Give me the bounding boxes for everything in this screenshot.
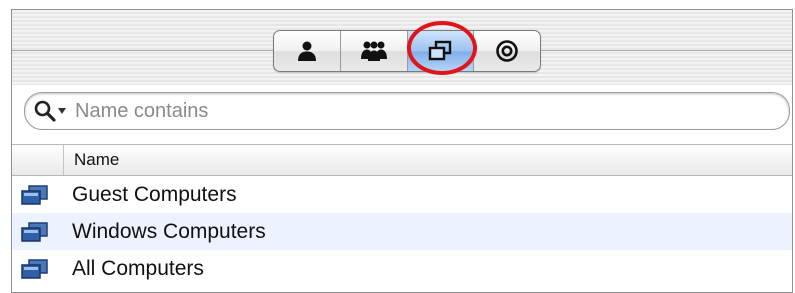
name-column-label: Name: [74, 150, 120, 169]
row-label: All Computers: [72, 256, 204, 280]
highlight-circle: [407, 21, 477, 75]
window-frame: Name Guest Computers Windows: [11, 9, 793, 293]
groups-tab[interactable]: [341, 31, 408, 71]
row-label: Windows Computers: [72, 219, 266, 243]
search-menu-button[interactable]: [33, 99, 75, 123]
single-user-icon: [297, 41, 316, 61]
computer-list-icon: [21, 184, 48, 205]
row-icon-cell: [12, 258, 63, 280]
icon-column-header[interactable]: [12, 145, 64, 175]
computer-list-icon: [21, 258, 48, 279]
row-icon-cell: [12, 184, 63, 206]
search-field[interactable]: [24, 92, 790, 130]
name-column-header[interactable]: Name: [64, 145, 119, 175]
target-tab[interactable]: [474, 31, 540, 71]
table-header: Name: [12, 144, 792, 176]
search-icon: [34, 100, 56, 122]
row-icon-cell: [12, 221, 63, 243]
row-label: Guest Computers: [72, 182, 237, 206]
chevron-down-icon: [58, 108, 66, 114]
target-icon: [496, 40, 518, 62]
table-row[interactable]: All Computers: [12, 250, 792, 287]
table-row[interactable]: Windows Computers: [12, 213, 792, 250]
table-row[interactable]: Guest Computers: [12, 176, 792, 213]
users-tab[interactable]: [274, 31, 341, 71]
computer-lists-table: Name Guest Computers Windows Computers A…: [12, 144, 792, 287]
computer-list-icon: [21, 221, 48, 242]
search-input[interactable]: [75, 99, 755, 123]
group-icon: [360, 41, 387, 61]
toolbar: [12, 10, 792, 85]
